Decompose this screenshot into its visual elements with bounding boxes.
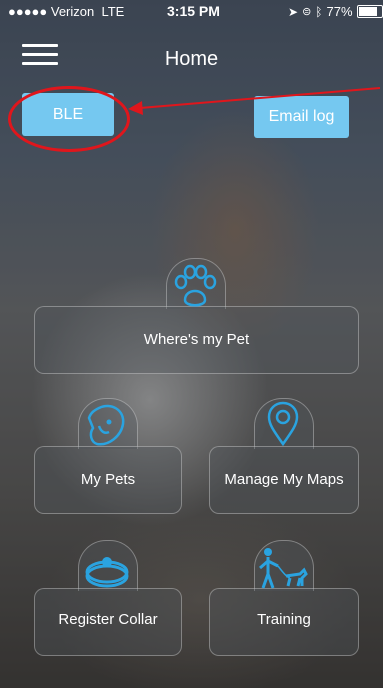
map-pin-icon (267, 401, 299, 447)
wheres-my-pet-label: Where's my Pet (143, 331, 250, 348)
manage-my-maps-label: Manage My Maps (224, 471, 344, 488)
training-tile[interactable]: Training (209, 588, 359, 656)
my-pets-label: My Pets (80, 471, 136, 488)
home-screen: ●●●●● Verizon LTE 3:15 PM ➤ ⊜ ᛒ 77% Home… (0, 0, 383, 688)
collar-icon (85, 557, 129, 588)
my-pets-tile[interactable]: My Pets (34, 446, 182, 514)
dog-face-icon (87, 404, 125, 446)
register-collar-tile[interactable]: Register Collar (34, 588, 182, 656)
training-icon (259, 548, 308, 589)
training-label: Training (257, 611, 311, 628)
manage-my-maps-tile[interactable]: Manage My Maps (209, 446, 359, 514)
annotation-arrow (128, 87, 381, 115)
wheres-my-pet-tile[interactable]: Where's my Pet (34, 306, 359, 374)
paw-icon (174, 264, 217, 307)
register-collar-label: Register Collar (58, 611, 158, 628)
